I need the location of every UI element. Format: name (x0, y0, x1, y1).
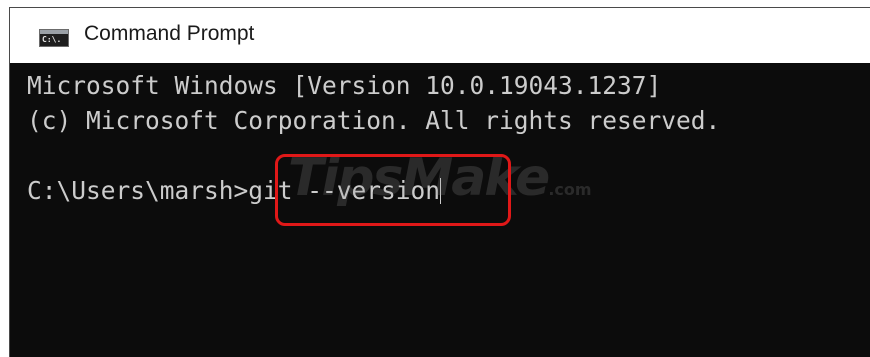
command-prompt-window: C:\. Command Prompt Microsoft Windows [V… (9, 7, 870, 357)
prompt-path: C:\Users\marsh> (27, 176, 249, 205)
title-bar[interactable]: C:\. Command Prompt (10, 8, 870, 63)
command-highlight-box (275, 154, 511, 226)
window-title: Command Prompt (84, 22, 255, 45)
console-line-copyright: (c) Microsoft Corporation. All rights re… (27, 106, 721, 135)
icon-glyph: C:\. (42, 35, 62, 44)
console-line-version: Microsoft Windows [Version 10.0.19043.12… (27, 71, 662, 100)
command-prompt-icon[interactable]: C:\. (39, 29, 69, 47)
